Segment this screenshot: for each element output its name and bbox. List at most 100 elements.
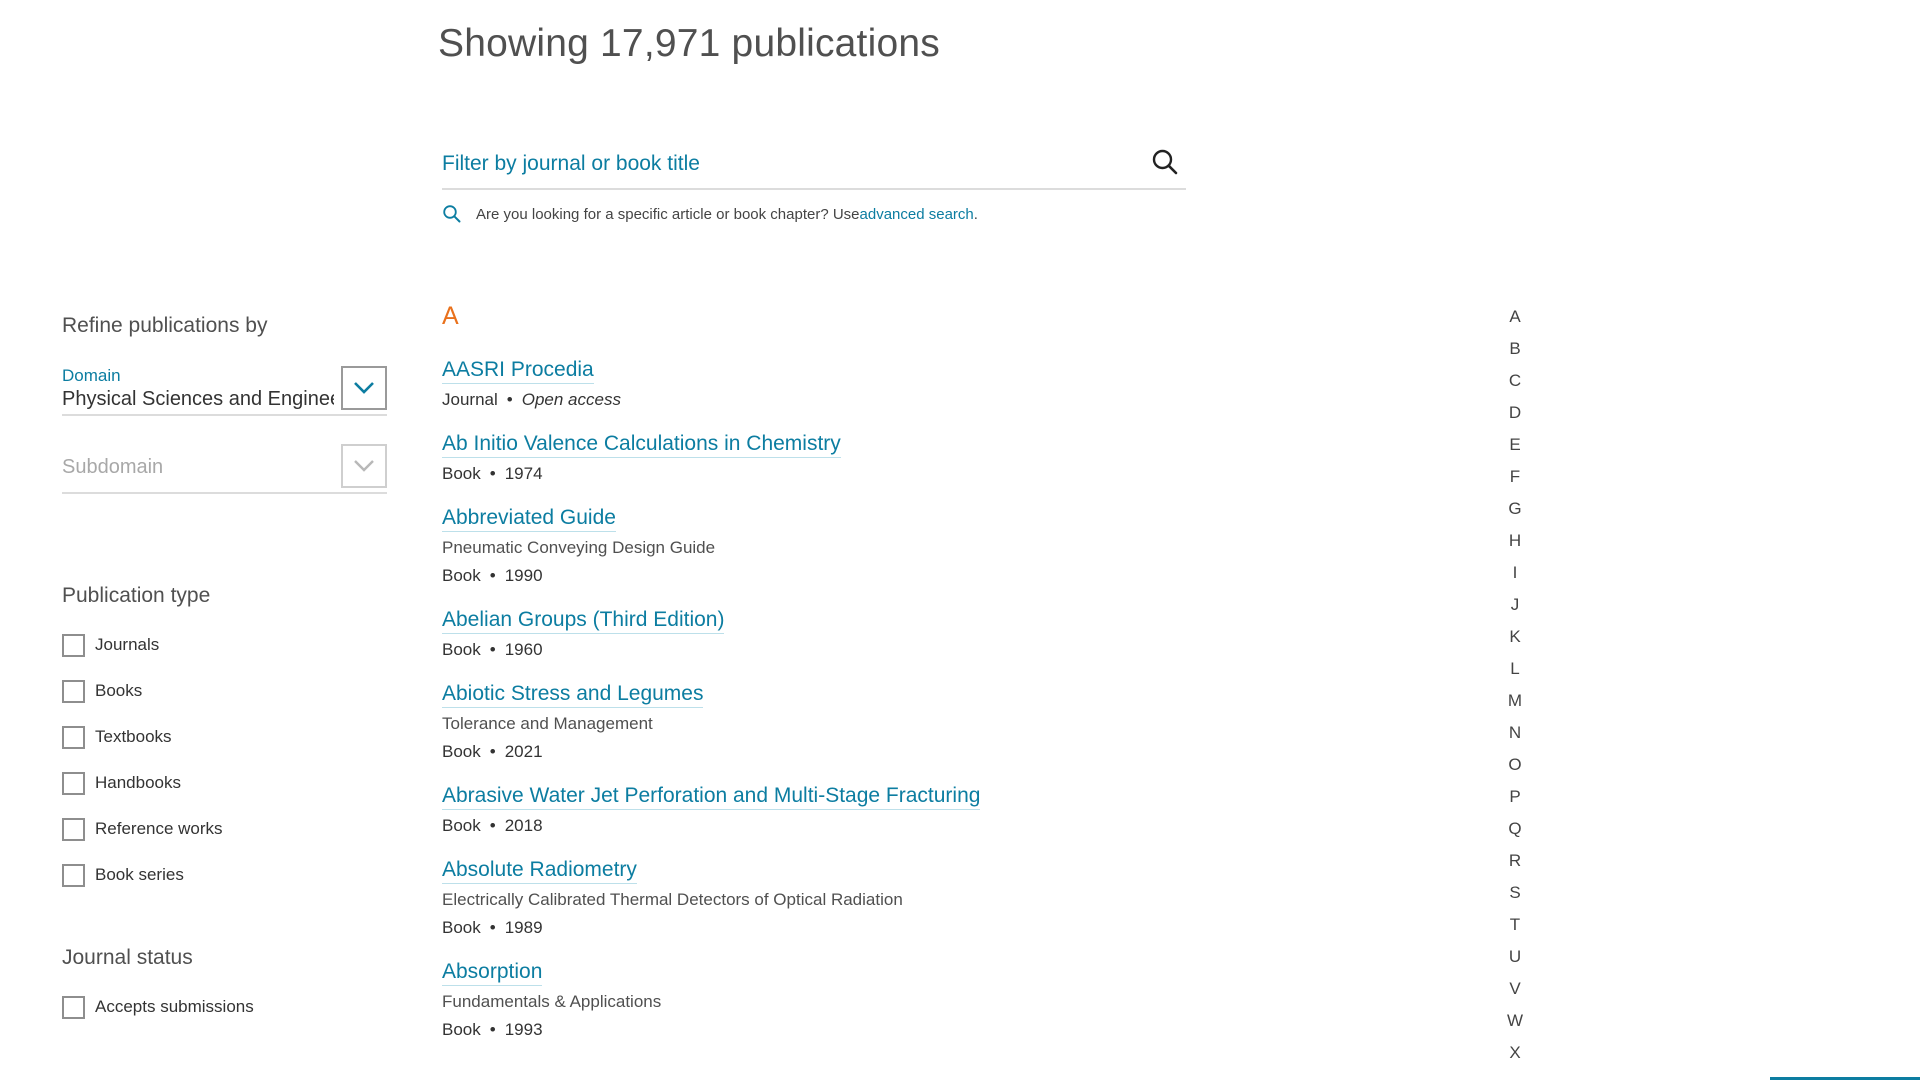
list-item: Abrasive Water Jet Perforation and Multi…: [442, 782, 1222, 838]
publication-title-link[interactable]: Abbreviated Guide: [442, 504, 616, 532]
publication-title-link[interactable]: Absolute Radiometry: [442, 856, 637, 884]
alpha-link-h[interactable]: H: [1500, 529, 1530, 561]
alpha-link-k[interactable]: K: [1500, 625, 1530, 657]
search-button[interactable]: [1148, 146, 1182, 180]
alpha-link-t[interactable]: T: [1500, 913, 1530, 945]
search-icon: [443, 205, 461, 223]
publication-meta: Book • 2021: [442, 740, 1222, 764]
search-bar: [442, 142, 1186, 190]
alpha-link-b[interactable]: B: [1500, 337, 1530, 369]
alpha-link-x[interactable]: X: [1500, 1041, 1530, 1073]
checkbox[interactable]: [62, 725, 85, 749]
alpha-link-j[interactable]: J: [1500, 593, 1530, 625]
advanced-search-link[interactable]: advanced search: [860, 206, 974, 223]
alpha-link-r[interactable]: R: [1500, 849, 1530, 881]
checkbox[interactable]: [62, 679, 85, 703]
publication-title-link[interactable]: Ab Initio Valence Calculations in Chemis…: [442, 430, 841, 458]
refine-title: Refine publications by: [62, 314, 268, 337]
alpha-link-p[interactable]: P: [1500, 785, 1530, 817]
alpha-link-n[interactable]: N: [1500, 721, 1530, 753]
publication-title-link[interactable]: Abiotic Stress and Legumes: [442, 680, 704, 708]
alpha-link-d[interactable]: D: [1500, 401, 1530, 433]
filter-label: Journals: [95, 635, 160, 654]
alpha-link-f[interactable]: F: [1500, 465, 1530, 497]
publication-type: Book: [442, 742, 481, 761]
alpha-link-g[interactable]: G: [1500, 497, 1530, 529]
subdomain-placeholder: Subdomain: [62, 456, 164, 478]
page-title: Showing 17,971 publications: [438, 22, 940, 65]
publication-type-list: Journals Books Textbooks Handbooks Refer…: [62, 622, 223, 898]
separator: •: [489, 566, 496, 585]
checkbox[interactable]: [62, 771, 85, 795]
filter-label: Handbooks: [95, 773, 182, 792]
list-item: Absolute Radiometry Electrically Calibra…: [442, 856, 1222, 940]
publications-page: Showing 17,971 publications Are you look…: [0, 0, 1920, 1080]
publication-meta: Journal • Open access: [442, 388, 1222, 412]
alpha-link-a[interactable]: A: [1500, 305, 1530, 337]
publication-year: 1993: [504, 1020, 543, 1039]
domain-dropdown-button[interactable]: [341, 366, 387, 410]
filter-accepts-submissions[interactable]: Accepts submissions: [62, 984, 254, 1030]
checkbox[interactable]: [62, 863, 85, 887]
publication-meta: Book • 1960: [442, 638, 1222, 662]
search-hint: Are you looking for a specific article o…: [442, 204, 978, 224]
alphabet-nav: A B C D E F G H I J K L M N O P Q R S T …: [1500, 305, 1530, 1073]
publication-meta: Book • 1993: [442, 1018, 1222, 1042]
publication-type: Book: [442, 816, 481, 835]
publication-type: Book: [442, 640, 481, 659]
alpha-link-w[interactable]: W: [1500, 1009, 1530, 1041]
publication-title-link[interactable]: AASRI Procedia: [442, 356, 594, 384]
list-item: Ab Initio Valence Calculations in Chemis…: [442, 430, 1222, 486]
alpha-link-e[interactable]: E: [1500, 433, 1530, 465]
list-item: Abelian Groups (Third Edition) Book • 1960: [442, 606, 1222, 662]
separator: •: [489, 640, 496, 659]
alpha-link-c[interactable]: C: [1500, 369, 1530, 401]
list-item: Abbreviated Guide Pneumatic Conveying De…: [442, 504, 1222, 588]
journal-status-list: Accepts submissions: [62, 984, 254, 1030]
publication-subtitle: Tolerance and Management: [442, 714, 653, 733]
alpha-link-m[interactable]: M: [1500, 689, 1530, 721]
checkbox[interactable]: [62, 633, 85, 657]
alpha-link-q[interactable]: Q: [1500, 817, 1530, 849]
filter-label: Accepts submissions: [95, 997, 254, 1016]
filter-books[interactable]: Books: [62, 668, 223, 714]
filter-label: Books: [95, 681, 143, 700]
filter-reference-works[interactable]: Reference works: [62, 806, 223, 852]
filter-textbooks[interactable]: Textbooks: [62, 714, 223, 760]
filter-label: Textbooks: [95, 727, 172, 746]
publication-year: 1960: [504, 640, 543, 659]
filter-label: Book series: [95, 865, 184, 884]
subdomain-dropdown-button[interactable]: [341, 444, 387, 488]
alpha-link-l[interactable]: L: [1500, 657, 1530, 689]
alpha-link-s[interactable]: S: [1500, 881, 1530, 913]
publication-meta: Book • 1974: [442, 462, 1222, 486]
publication-subtitle: Electrically Calibrated Thermal Detector…: [442, 890, 903, 909]
publication-type-title: Publication type: [62, 584, 211, 607]
list-item: Absorption Fundamentals & Applications B…: [442, 958, 1222, 1042]
publication-year: 2021: [504, 742, 543, 761]
alpha-link-v[interactable]: V: [1500, 977, 1530, 1009]
domain-select[interactable]: Domain Physical Sciences and Engineering: [62, 366, 387, 416]
filter-book-series[interactable]: Book series: [62, 852, 223, 898]
publication-year: 1974: [504, 464, 543, 483]
publication-title-link[interactable]: Abrasive Water Jet Perforation and Multi…: [442, 782, 981, 810]
separator: •: [489, 464, 496, 483]
journal-status-title: Journal status: [62, 946, 193, 969]
subdomain-select[interactable]: Subdomain: [62, 444, 387, 494]
alpha-link-o[interactable]: O: [1500, 753, 1530, 785]
filter-journals[interactable]: Journals: [62, 622, 223, 668]
alpha-link-i[interactable]: I: [1500, 561, 1530, 593]
publication-title-link[interactable]: Abelian Groups (Third Edition): [442, 606, 725, 634]
checkbox[interactable]: [62, 995, 85, 1019]
publication-title-link[interactable]: Absorption: [442, 958, 543, 986]
filter-handbooks[interactable]: Handbooks: [62, 760, 223, 806]
checkbox[interactable]: [62, 817, 85, 841]
list-item: Abiotic Stress and Legumes Tolerance and…: [442, 680, 1222, 764]
list-item: AASRI Procedia Journal • Open access: [442, 356, 1222, 412]
publication-type: Journal: [442, 390, 498, 409]
chevron-down-icon: [354, 382, 374, 394]
publication-type: Book: [442, 566, 481, 585]
search-input[interactable]: [442, 142, 1122, 186]
publication-year: 2018: [504, 816, 543, 835]
alpha-link-u[interactable]: U: [1500, 945, 1530, 977]
